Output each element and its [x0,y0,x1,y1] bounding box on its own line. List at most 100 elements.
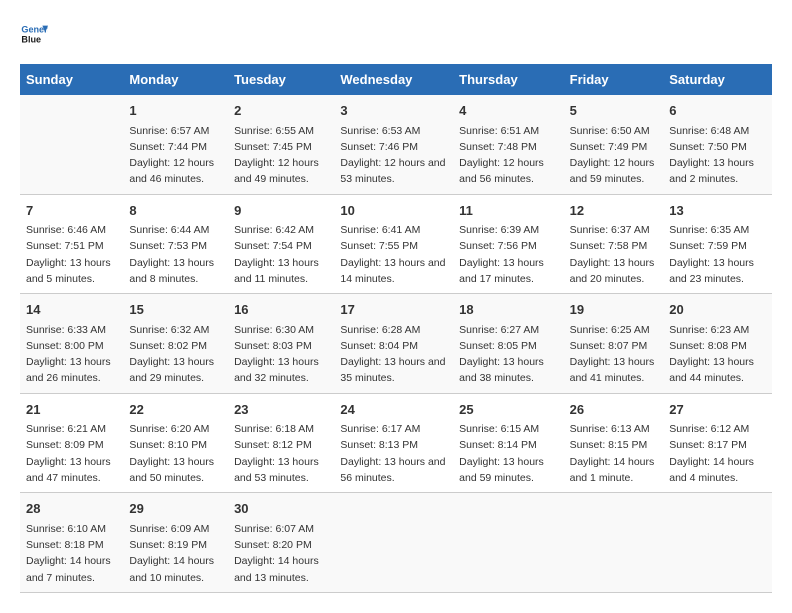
day-info: Sunrise: 6:32 AMSunset: 8:02 PMDaylight:… [129,322,222,387]
day-info: Sunrise: 6:39 AMSunset: 7:56 PMDaylight:… [459,222,557,287]
calendar-week-row: 1Sunrise: 6:57 AMSunset: 7:44 PMDaylight… [20,95,772,194]
weekday-header: Tuesday [228,64,334,95]
calendar-day-cell [453,493,563,593]
calendar-day-cell: 8Sunrise: 6:44 AMSunset: 7:53 PMDaylight… [123,194,228,294]
day-number: 14 [26,300,117,320]
day-number: 18 [459,300,557,320]
day-number: 25 [459,400,557,420]
calendar-day-cell: 14Sunrise: 6:33 AMSunset: 8:00 PMDayligh… [20,294,123,394]
weekday-header: Friday [564,64,664,95]
calendar-day-cell: 16Sunrise: 6:30 AMSunset: 8:03 PMDayligh… [228,294,334,394]
weekday-header: Sunday [20,64,123,95]
day-info: Sunrise: 6:12 AMSunset: 8:17 PMDaylight:… [669,421,766,486]
day-info: Sunrise: 6:42 AMSunset: 7:54 PMDaylight:… [234,222,328,287]
day-number: 19 [570,300,658,320]
calendar-day-cell [564,493,664,593]
day-number: 29 [129,499,222,519]
day-number: 13 [669,201,766,221]
calendar-day-cell: 27Sunrise: 6:12 AMSunset: 8:17 PMDayligh… [663,393,772,493]
day-info: Sunrise: 6:33 AMSunset: 8:00 PMDaylight:… [26,322,117,387]
day-info: Sunrise: 6:55 AMSunset: 7:45 PMDaylight:… [234,123,328,188]
day-number: 22 [129,400,222,420]
calendar-day-cell: 17Sunrise: 6:28 AMSunset: 8:04 PMDayligh… [334,294,453,394]
logo: General Blue [20,20,54,48]
calendar-day-cell: 26Sunrise: 6:13 AMSunset: 8:15 PMDayligh… [564,393,664,493]
day-info: Sunrise: 6:53 AMSunset: 7:46 PMDaylight:… [340,123,447,188]
day-number: 21 [26,400,117,420]
calendar-day-cell [20,95,123,194]
logo-icon: General Blue [20,20,48,48]
day-number: 4 [459,101,557,121]
day-number: 2 [234,101,328,121]
day-number: 27 [669,400,766,420]
calendar-day-cell: 9Sunrise: 6:42 AMSunset: 7:54 PMDaylight… [228,194,334,294]
day-info: Sunrise: 6:13 AMSunset: 8:15 PMDaylight:… [570,421,658,486]
day-info: Sunrise: 6:50 AMSunset: 7:49 PMDaylight:… [570,123,658,188]
day-number: 12 [570,201,658,221]
weekday-header: Thursday [453,64,563,95]
day-number: 10 [340,201,447,221]
day-info: Sunrise: 6:15 AMSunset: 8:14 PMDaylight:… [459,421,557,486]
day-info: Sunrise: 6:30 AMSunset: 8:03 PMDaylight:… [234,322,328,387]
day-info: Sunrise: 6:48 AMSunset: 7:50 PMDaylight:… [669,123,766,188]
day-number: 6 [669,101,766,121]
day-info: Sunrise: 6:28 AMSunset: 8:04 PMDaylight:… [340,322,447,387]
calendar-week-row: 28Sunrise: 6:10 AMSunset: 8:18 PMDayligh… [20,493,772,593]
calendar-day-cell: 7Sunrise: 6:46 AMSunset: 7:51 PMDaylight… [20,194,123,294]
day-info: Sunrise: 6:35 AMSunset: 7:59 PMDaylight:… [669,222,766,287]
day-info: Sunrise: 6:57 AMSunset: 7:44 PMDaylight:… [129,123,222,188]
calendar-day-cell [334,493,453,593]
calendar-day-cell: 2Sunrise: 6:55 AMSunset: 7:45 PMDaylight… [228,95,334,194]
day-info: Sunrise: 6:27 AMSunset: 8:05 PMDaylight:… [459,322,557,387]
calendar-day-cell: 4Sunrise: 6:51 AMSunset: 7:48 PMDaylight… [453,95,563,194]
day-info: Sunrise: 6:17 AMSunset: 8:13 PMDaylight:… [340,421,447,486]
day-number: 30 [234,499,328,519]
day-info: Sunrise: 6:37 AMSunset: 7:58 PMDaylight:… [570,222,658,287]
day-number: 26 [570,400,658,420]
day-number: 3 [340,101,447,121]
day-number: 24 [340,400,447,420]
day-number: 1 [129,101,222,121]
calendar-day-cell: 15Sunrise: 6:32 AMSunset: 8:02 PMDayligh… [123,294,228,394]
calendar-day-cell: 11Sunrise: 6:39 AMSunset: 7:56 PMDayligh… [453,194,563,294]
day-info: Sunrise: 6:07 AMSunset: 8:20 PMDaylight:… [234,521,328,586]
day-number: 15 [129,300,222,320]
calendar-day-cell: 13Sunrise: 6:35 AMSunset: 7:59 PMDayligh… [663,194,772,294]
day-number: 28 [26,499,117,519]
day-info: Sunrise: 6:41 AMSunset: 7:55 PMDaylight:… [340,222,447,287]
calendar-day-cell: 23Sunrise: 6:18 AMSunset: 8:12 PMDayligh… [228,393,334,493]
calendar-day-cell: 5Sunrise: 6:50 AMSunset: 7:49 PMDaylight… [564,95,664,194]
calendar-day-cell [663,493,772,593]
calendar-week-row: 7Sunrise: 6:46 AMSunset: 7:51 PMDaylight… [20,194,772,294]
svg-text:Blue: Blue [21,34,41,44]
calendar-week-row: 21Sunrise: 6:21 AMSunset: 8:09 PMDayligh… [20,393,772,493]
weekday-header: Saturday [663,64,772,95]
day-info: Sunrise: 6:23 AMSunset: 8:08 PMDaylight:… [669,322,766,387]
day-info: Sunrise: 6:44 AMSunset: 7:53 PMDaylight:… [129,222,222,287]
calendar-day-cell: 21Sunrise: 6:21 AMSunset: 8:09 PMDayligh… [20,393,123,493]
calendar-day-cell: 3Sunrise: 6:53 AMSunset: 7:46 PMDaylight… [334,95,453,194]
weekday-header: Wednesday [334,64,453,95]
day-info: Sunrise: 6:46 AMSunset: 7:51 PMDaylight:… [26,222,117,287]
day-info: Sunrise: 6:25 AMSunset: 8:07 PMDaylight:… [570,322,658,387]
weekday-header: Monday [123,64,228,95]
day-number: 5 [570,101,658,121]
day-number: 8 [129,201,222,221]
day-number: 7 [26,201,117,221]
calendar-week-row: 14Sunrise: 6:33 AMSunset: 8:00 PMDayligh… [20,294,772,394]
calendar-day-cell: 25Sunrise: 6:15 AMSunset: 8:14 PMDayligh… [453,393,563,493]
calendar-day-cell: 18Sunrise: 6:27 AMSunset: 8:05 PMDayligh… [453,294,563,394]
header: General Blue [20,20,772,48]
calendar-day-cell: 20Sunrise: 6:23 AMSunset: 8:08 PMDayligh… [663,294,772,394]
day-info: Sunrise: 6:21 AMSunset: 8:09 PMDaylight:… [26,421,117,486]
calendar-day-cell: 28Sunrise: 6:10 AMSunset: 8:18 PMDayligh… [20,493,123,593]
day-number: 17 [340,300,447,320]
header-row: SundayMondayTuesdayWednesdayThursdayFrid… [20,64,772,95]
day-number: 20 [669,300,766,320]
calendar-day-cell: 30Sunrise: 6:07 AMSunset: 8:20 PMDayligh… [228,493,334,593]
day-number: 11 [459,201,557,221]
day-info: Sunrise: 6:20 AMSunset: 8:10 PMDaylight:… [129,421,222,486]
calendar-day-cell: 24Sunrise: 6:17 AMSunset: 8:13 PMDayligh… [334,393,453,493]
day-number: 23 [234,400,328,420]
day-number: 16 [234,300,328,320]
